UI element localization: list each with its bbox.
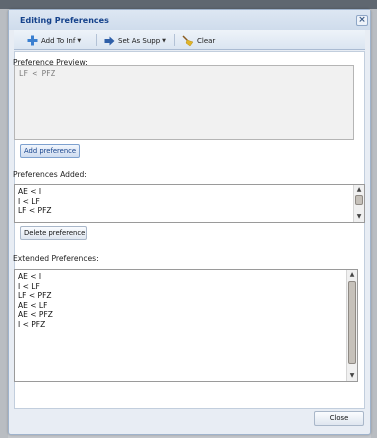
list-item[interactable]: LF < PFZ	[18, 291, 354, 301]
desktop-left	[0, 9, 8, 438]
chevron-down-icon: ▼	[77, 37, 82, 44]
dialog-titlebar: Editing Preferences ×	[9, 10, 370, 30]
list-item[interactable]: AE < LF	[18, 301, 354, 311]
list-item[interactable]: I < LF	[18, 282, 354, 292]
scroll-up-icon[interactable]: ▲	[355, 186, 363, 194]
list-item[interactable]: AE < I	[18, 272, 354, 282]
clear-label: Clear	[197, 36, 216, 45]
list-item[interactable]: AE < I	[18, 187, 361, 197]
close-icon[interactable]: ×	[356, 15, 368, 26]
added-scrollbar[interactable]: ▲ ▼	[353, 185, 364, 222]
toolbar: Add To Inf ▼ Set As Supp ▼ Clear	[14, 30, 365, 50]
toolbar-separator	[96, 34, 97, 46]
close-button[interactable]: Close	[314, 411, 364, 426]
broom-icon	[182, 34, 194, 46]
chevron-down-icon: ▼	[162, 37, 167, 44]
scroll-down-icon[interactable]: ▼	[355, 213, 363, 221]
dialog-title: Editing Preferences	[20, 16, 109, 25]
extended-preferences-list[interactable]: AE < II < LF LF < PFZ AE < LF AE < PFZ I < P…	[14, 269, 358, 382]
scroll-thumb[interactable]	[355, 195, 363, 205]
plus-icon	[27, 35, 38, 46]
preference-preview-field[interactable]: LF < PFZ	[14, 65, 354, 140]
set-as-supp-button[interactable]: Set As Supp ▼	[104, 34, 166, 47]
clear-button[interactable]: Clear	[182, 34, 215, 47]
list-item[interactable]: LF < PFZ	[18, 206, 361, 216]
list-item[interactable]: AE < PFZ	[18, 310, 354, 320]
list-item[interactable]: I < PFZ	[18, 320, 354, 330]
preferences-added-label: Preferences Added:	[13, 170, 87, 179]
preferences-added-list[interactable]: AE < II < LF LF < PFZ ▲ ▼	[14, 184, 365, 223]
scroll-down-icon[interactable]: ▼	[348, 372, 356, 380]
added-items: AE < II < LF LF < PFZ	[15, 185, 364, 218]
set-as-supp-label: Set As Supp	[118, 36, 161, 45]
desktop-bar	[0, 0, 377, 9]
extended-preferences-label: Extended Preferences:	[13, 254, 99, 263]
toolbar-separator	[174, 34, 175, 46]
desktop-right	[371, 9, 377, 438]
add-preference-button[interactable]: Add preference	[20, 144, 80, 158]
scroll-up-icon[interactable]: ▲	[348, 271, 356, 279]
arrow-right-icon	[104, 36, 115, 45]
extended-items: AE < II < LF LF < PFZ AE < LF AE < PFZ I < P…	[15, 270, 357, 332]
delete-preference-button[interactable]: Delete preference	[20, 226, 87, 240]
scroll-thumb[interactable]	[348, 281, 356, 364]
extended-scrollbar[interactable]: ▲ ▼	[346, 270, 357, 381]
add-to-inf-label: Add To Inf	[41, 36, 76, 45]
list-item[interactable]: I < LF	[18, 197, 361, 207]
add-to-inf-button[interactable]: Add To Inf ▼	[27, 34, 81, 47]
